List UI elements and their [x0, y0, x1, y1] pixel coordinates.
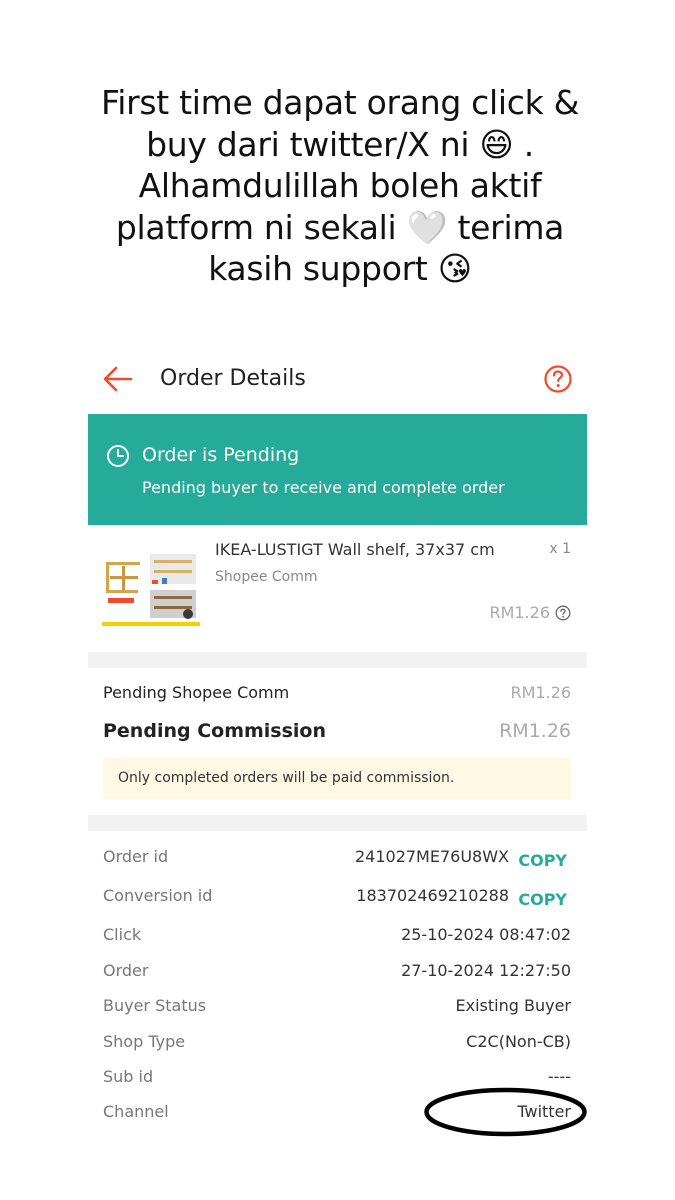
page-title: Order Details — [160, 366, 306, 391]
hand-drawn-circle-annotation — [424, 1087, 587, 1137]
order-details-header: Order Details — [88, 355, 587, 405]
row-value: ---- — [547, 1067, 571, 1086]
copy-conversion-id-button[interactable]: COPY — [518, 890, 567, 909]
question-circle-icon[interactable] — [555, 605, 571, 621]
clock-icon — [107, 445, 129, 467]
section-divider — [88, 652, 587, 668]
commission-section: Pending Shopee Comm RM1.26 Pending Commi… — [88, 668, 587, 803]
click-row: Click 25-10-2024 08:47:02 — [88, 925, 587, 949]
product-price-value: RM1.26 — [489, 603, 550, 622]
pending-shopee-comm-label: Pending Shopee Comm — [103, 683, 290, 702]
conversion-id-row: Conversion id 183702469210288 COPY — [88, 886, 587, 910]
caption-line: Alhamdulillah boleh aktif — [138, 166, 542, 205]
row-value: 25-10-2024 08:47:02 — [401, 925, 571, 944]
product-quantity: x 1 — [549, 541, 571, 557]
row-label: Click — [103, 925, 142, 944]
pending-commission-label: Pending Commission — [103, 720, 327, 742]
question-circle-icon[interactable] — [543, 364, 573, 394]
caption-line: platform ni sekali 🤍 terima — [115, 207, 565, 247]
row-label: Shop Type — [103, 1032, 186, 1051]
order-row: Order 27-10-2024 12:27:50 — [88, 961, 587, 985]
copy-order-id-button[interactable]: COPY — [518, 851, 567, 870]
product-card[interactable]: IKEA-LUSTIGT Wall shelf, 37x37 cm x 1 Sh… — [88, 528, 587, 650]
caption-line: kasih support 😘 — [208, 249, 472, 288]
pending-shopee-comm-value: RM1.26 — [510, 683, 571, 702]
status-subtitle: Pending buyer to receive and complete or… — [142, 478, 505, 497]
row-value: 27-10-2024 12:27:50 — [401, 961, 571, 980]
product-thumbnail — [102, 552, 200, 626]
order-id-row: Order id 241027ME76U8WX COPY — [88, 847, 587, 871]
caption-line: buy dari twitter/X ni 😄 . — [146, 124, 534, 164]
product-price: RM1.26 — [489, 603, 571, 622]
row-value: Existing Buyer — [455, 996, 571, 1015]
row-label: Order — [103, 961, 149, 980]
row-value: 183702469210288 — [356, 886, 509, 905]
row-label: Sub id — [103, 1067, 154, 1086]
product-source: Shopee Comm — [215, 569, 318, 585]
product-name: IKEA-LUSTIGT Wall shelf, 37x37 cm — [215, 540, 495, 559]
section-divider — [88, 815, 587, 831]
status-title: Order is Pending — [142, 444, 300, 466]
row-label: Buyer Status — [103, 996, 207, 1015]
commission-notice: Only completed orders will be paid commi… — [103, 758, 571, 799]
row-label: Channel — [103, 1102, 169, 1121]
row-value: C2C(Non-CB) — [466, 1032, 571, 1051]
row-value: 241027ME76U8WX — [354, 847, 509, 866]
buyer-status-row: Buyer Status Existing Buyer — [88, 996, 587, 1020]
caption-line: First time dapat orang click & — [100, 83, 580, 122]
shop-type-row: Shop Type C2C(Non-CB) — [88, 1032, 587, 1056]
row-label: Order id — [103, 847, 169, 866]
pending-commission-value: RM1.26 — [499, 720, 571, 742]
order-status-banner: Order is Pending Pending buyer to receiv… — [88, 414, 587, 525]
arrow-left-icon[interactable] — [102, 365, 134, 393]
post-caption: First time dapat orang click & buy dari … — [40, 82, 640, 290]
row-label: Conversion id — [103, 886, 213, 905]
